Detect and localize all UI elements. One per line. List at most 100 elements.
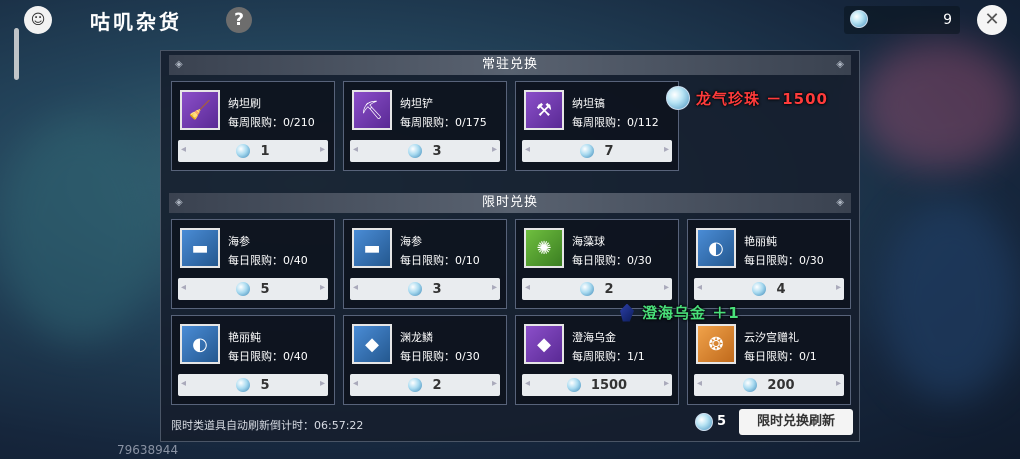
dragon-scale-icon: ◆ [352, 324, 392, 364]
price-value: 1 [260, 143, 270, 159]
shop-item-card[interactable]: ◆ 渊龙鳞每日限购：0/30 ◂ 2 ▸ [343, 315, 507, 405]
gain-notification: 澄海乌金 ＋1 [620, 302, 740, 323]
purchase-limit: 每日限购：0/30 [400, 350, 480, 363]
purchase-limit: 每周限购：1/1 [572, 350, 645, 363]
arrow-right-icon: ▸ [663, 282, 669, 293]
shop-item-card[interactable]: 🧹 纳坦刷 每周限购：0/210 ◂ 1 ▸ [171, 81, 335, 171]
price-button[interactable]: ◂ 1 ▸ [178, 140, 328, 162]
ornament-icon: ◈ [836, 197, 845, 208]
pufferfish-icon: ◐ [696, 228, 736, 268]
dragon-pearl-icon [408, 282, 423, 296]
price-value: 200 [767, 377, 795, 393]
close-button[interactable]: ✕ [977, 5, 1007, 35]
scroll-indicator[interactable] [14, 28, 19, 80]
shop-item-card[interactable]: ❂ 云汐宫赠礼每日限购：0/1 ◂ 200 ▸ [687, 315, 851, 405]
purchase-limit: 每日限购：0/30 [572, 254, 652, 267]
purchase-limit: 每周限购：0/175 [400, 116, 487, 129]
ornament-icon: ◈ [175, 197, 184, 208]
section-header-limited: ◈ 限时兑换 ◈ [169, 193, 851, 213]
brush-icon: 🧹 [180, 90, 220, 130]
black-gold-icon [620, 303, 634, 322]
purchase-limit: 每周限购：0/112 [572, 116, 659, 129]
price-value: 7 [604, 143, 614, 159]
dragon-pearl-icon [752, 282, 767, 296]
arrow-left-icon: ◂ [525, 144, 531, 155]
price-value: 2 [604, 281, 614, 297]
arrow-left-icon: ◂ [353, 144, 359, 155]
price-value: 5 [260, 377, 270, 393]
dragon-pearl-icon [695, 413, 713, 431]
price-button[interactable]: ◂ 1500 ▸ [522, 374, 672, 396]
item-name: 渊龙鳞 [400, 331, 433, 344]
refresh-countdown: 限时类道具自动刷新倒计时：06:57:22 [171, 419, 364, 432]
price-value: 5 [260, 281, 270, 297]
price-button[interactable]: ◂ 7 ▸ [522, 140, 672, 162]
item-name: 艳丽鲀 [744, 235, 777, 248]
shop-item-card[interactable]: ⚒ 纳坦镐 每周限购：0/112 ◂ 7 ▸ [515, 81, 679, 171]
arrow-left-icon: ◂ [181, 378, 187, 389]
item-name: 云汐宫赠礼 [744, 331, 799, 344]
limited-refresh-button[interactable]: 限时兑换刷新 [739, 409, 853, 435]
arrow-right-icon: ▸ [491, 378, 497, 389]
help-button[interactable]: ? [226, 7, 252, 33]
purchase-limit: 每日限购：0/1 [744, 350, 817, 363]
price-button[interactable]: ◂ 4 ▸ [694, 278, 844, 300]
price-button[interactable]: ◂ 3 ▸ [350, 278, 500, 300]
background-glow [860, 40, 1020, 170]
sea-cucumber-icon: ▬ [352, 228, 392, 268]
section-title: 常驻兑换 [481, 57, 538, 72]
sea-cucumber-icon: ▬ [180, 228, 220, 268]
dragon-pearl-icon [236, 378, 251, 392]
shop-item-card[interactable]: ⛏ 纳坦铲每周限购：0/175 ◂ 3 ▸ [343, 81, 507, 171]
dragon-pearl-icon [580, 144, 595, 158]
shop-item-card[interactable]: ◐ 艳丽鲀 每日限购：0/40 ◂ 5 ▸ [171, 315, 335, 405]
shop-item-card[interactable]: ▬ 海参 每日限购：0/10 ◂ 3 ▸ [343, 219, 507, 309]
arrow-left-icon: ◂ [181, 144, 187, 155]
dragon-pearl-icon [566, 378, 581, 392]
purchase-limit: 每日限购：0/10 [400, 254, 480, 267]
arrow-right-icon: ▸ [835, 282, 841, 293]
price-value: 4 [776, 281, 786, 297]
price-button[interactable]: ◂ 2 ▸ [350, 374, 500, 396]
currency-display: 9 [844, 6, 960, 34]
price-button[interactable]: ◂ 2 ▸ [522, 278, 672, 300]
price-value: 1500 [590, 377, 628, 393]
arrow-left-icon: ◂ [525, 378, 531, 389]
shop-item-card[interactable]: ✺ 海藻球 每日限购：0/30 ◂ 2 ▸ [515, 219, 679, 309]
item-name: 海参 [228, 235, 250, 248]
price-button[interactable]: ◂ 3 ▸ [350, 140, 500, 162]
arrow-right-icon: ▸ [491, 144, 497, 155]
price-value: 3 [432, 143, 442, 159]
ornament-icon: ◈ [175, 59, 184, 70]
shop-item-card[interactable]: ◆ 澄海乌金 每周限购：1/1 ◂ 1500 ▸ [515, 315, 679, 405]
section-title: 限时兑换 [481, 195, 538, 210]
arrow-right-icon: ▸ [319, 282, 325, 293]
arrow-left-icon: ◂ [353, 378, 359, 389]
shop-item-card[interactable]: ◐ 艳丽鲀 每日限购：0/30 ◂ 4 ▸ [687, 219, 851, 309]
dragon-pearl-icon [580, 282, 595, 296]
dragon-pearl-icon [408, 144, 423, 158]
header-bar: ☺ 咕叽杂货 ? 9 ✕ [0, 0, 1020, 40]
arrow-right-icon: ▸ [663, 378, 669, 389]
price-value: 2 [432, 377, 442, 393]
shovel-icon: ⛏ [352, 90, 392, 130]
black-gold-icon: ◆ [524, 324, 564, 364]
background-glow [0, 120, 160, 340]
dragon-pearl-icon [743, 378, 758, 392]
dragon-pearl-icon [850, 10, 868, 28]
price-button[interactable]: ◂ 5 ▸ [178, 374, 328, 396]
purchase-limit: 每日限购：0/30 [744, 254, 824, 267]
purchase-limit: 每周限购：0/210 [228, 116, 315, 129]
dragon-pearl-icon [408, 378, 423, 392]
cost-text: 龙气珍珠 －1500 [696, 89, 828, 108]
gift-shell-icon: ❂ [696, 324, 736, 364]
shop-item-card[interactable]: ▬ 海参 每日限购：0/40 ◂ 5 ▸ [171, 219, 335, 309]
purchase-limit: 每日限购：0/40 [228, 254, 308, 267]
price-value: 3 [432, 281, 442, 297]
price-button[interactable]: ◂ 5 ▸ [178, 278, 328, 300]
item-name: 纳坦铲 [400, 97, 433, 110]
item-name: 纳坦镐 [572, 97, 605, 110]
arrow-right-icon: ▸ [319, 378, 325, 389]
arrow-right-icon: ▸ [491, 282, 497, 293]
price-button[interactable]: ◂ 200 ▸ [694, 374, 844, 396]
